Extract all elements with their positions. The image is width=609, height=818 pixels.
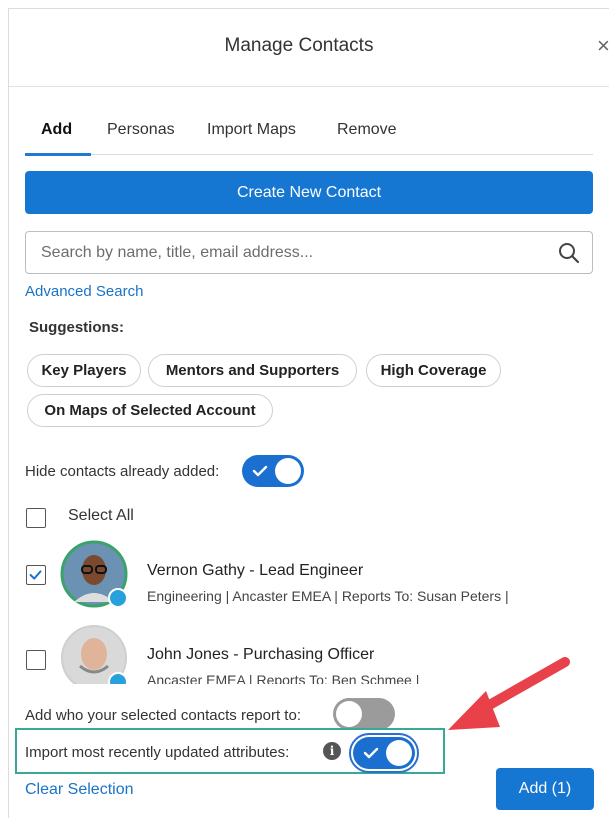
contact-name-title: Vernon Gathy - Lead Engineer — [147, 562, 364, 579]
import-attributes-label: Import most recently updated attributes: — [25, 744, 290, 761]
contact-name-title: John Jones - Purchasing Officer — [147, 646, 375, 663]
tab-add[interactable]: Add — [41, 121, 72, 139]
avatar — [60, 540, 128, 608]
active-tab-indicator — [25, 153, 91, 156]
add-reports-to-label: Add who your selected contacts report to… — [25, 707, 301, 724]
check-icon — [252, 465, 268, 477]
contact-list: Vernon Gathy - Lead Engineer Engineering… — [9, 534, 609, 684]
hide-contacts-toggle[interactable] — [242, 455, 304, 487]
suggestions-label: Suggestions: — [29, 319, 125, 336]
contact-checkbox-john-jones[interactable] — [26, 650, 46, 670]
search-icon[interactable] — [558, 242, 580, 264]
tab-remove[interactable]: Remove — [337, 121, 397, 139]
suggestion-chip-mentors-supporters[interactable]: Mentors and Supporters — [148, 354, 357, 387]
create-new-contact-button[interactable]: Create New Contact — [25, 171, 593, 214]
import-attributes-toggle[interactable] — [353, 737, 415, 769]
status-badge — [108, 672, 128, 684]
toggle-knob — [336, 701, 362, 727]
clear-selection-link[interactable]: Clear Selection — [25, 781, 134, 799]
tab-import-maps[interactable]: Import Maps — [207, 121, 296, 139]
contact-checkbox-vernon-gathy[interactable] — [26, 565, 46, 585]
toggle-knob — [386, 740, 412, 766]
select-all-label: Select All — [68, 507, 134, 524]
status-badge — [108, 588, 128, 608]
hide-contacts-label: Hide contacts already added: — [25, 463, 220, 480]
search-box — [25, 231, 593, 274]
contact-meta: Engineering | Ancaster EMEA | Reports To… — [147, 588, 509, 604]
tab-personas[interactable]: Personas — [107, 121, 175, 139]
add-button[interactable]: Add (1) — [496, 768, 594, 810]
panel-title: Manage Contacts — [224, 35, 374, 56]
close-icon[interactable]: × — [597, 33, 609, 59]
contact-meta: Ancaster EMEA | Reports To: Ben Schmee | — [147, 672, 420, 684]
select-all-checkbox[interactable] — [26, 508, 46, 528]
check-icon — [363, 747, 379, 759]
panel-header: Manage Contacts × — [9, 9, 609, 87]
checkmark-icon — [29, 570, 42, 580]
info-icon[interactable]: i — [323, 742, 341, 760]
search-input[interactable] — [26, 232, 546, 273]
suggestion-chip-high-coverage[interactable]: High Coverage — [366, 354, 501, 387]
suggestion-chip-on-maps-selected-account[interactable]: On Maps of Selected Account — [27, 394, 273, 427]
manage-contacts-panel: Manage Contacts × Add Personas Import Ma… — [8, 8, 609, 818]
tab-bar: Add Personas Import Maps Remove — [25, 113, 593, 156]
toggle-knob — [275, 458, 301, 484]
avatar — [60, 624, 128, 684]
advanced-search-link[interactable]: Advanced Search — [25, 283, 143, 300]
suggestion-chip-key-players[interactable]: Key Players — [27, 354, 141, 387]
add-reports-to-toggle[interactable] — [333, 698, 395, 730]
